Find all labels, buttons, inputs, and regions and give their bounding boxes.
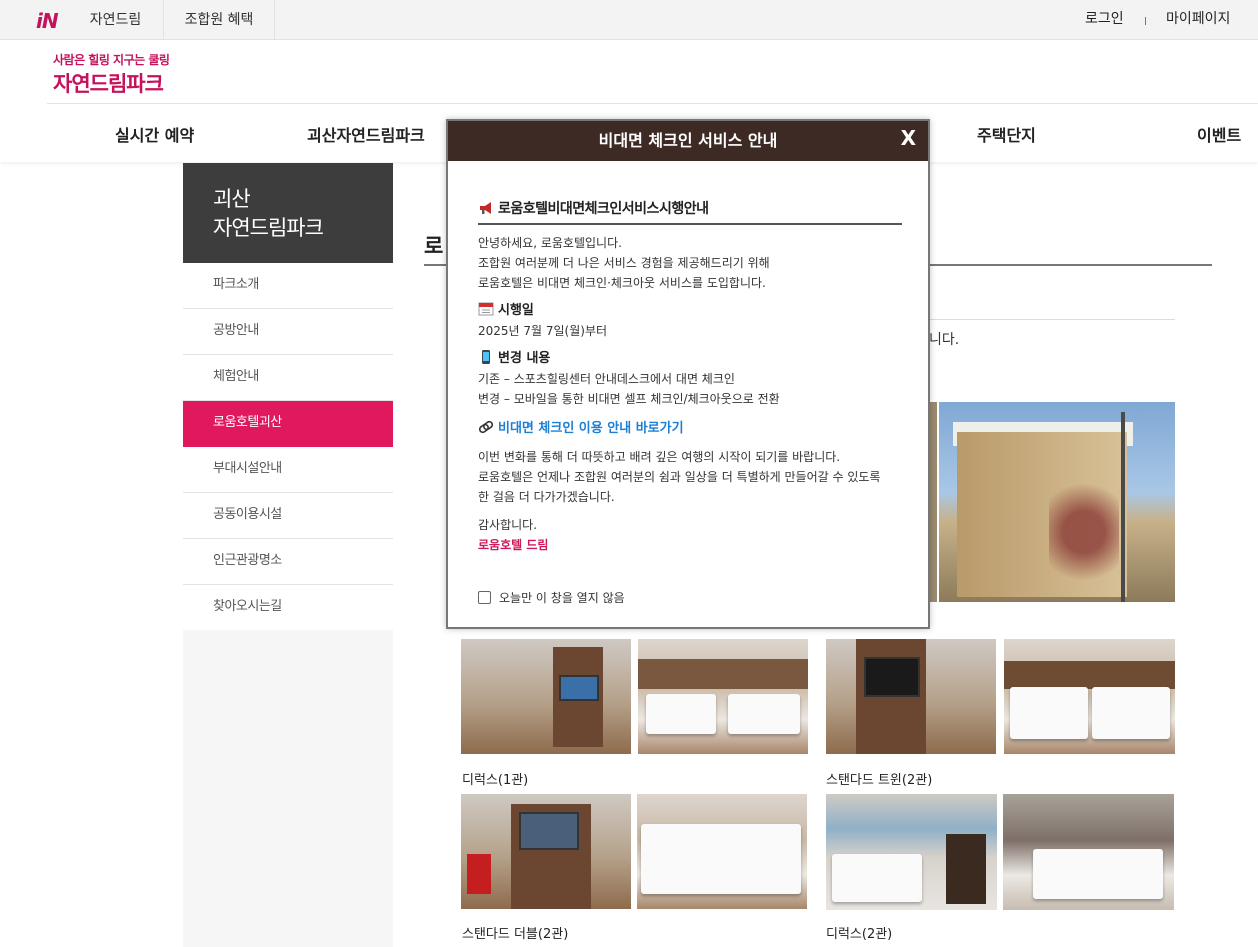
room-photo-deluxe-1-b — [638, 639, 808, 754]
hotel-exterior-photo — [939, 402, 1175, 602]
nav-goesan-park[interactable]: 괴산자연드림파크 — [307, 122, 425, 146]
notice-popup: 비대면 체크인 서비스 안내 X 로움호텔비대면체크인서비스시행안내 안녕하세요… — [446, 119, 930, 629]
sidebar-item-roum-hotel[interactable]: 로움호텔괴산 — [183, 401, 393, 447]
calendar-icon — [478, 302, 494, 316]
room-photo-deluxe-1-a — [461, 639, 631, 754]
room-photo-deluxe-2-b — [1003, 794, 1174, 910]
change-heading: 변경 내용 — [478, 349, 902, 369]
popup-header: 비대면 체크인 서비스 안내 — [448, 121, 928, 161]
change-before: 기존 – 스포츠힐링센터 안내데스크에서 대면 체크인 — [478, 372, 735, 386]
sidebar-item-experience[interactable]: 체험안내 — [183, 355, 393, 401]
room-caption: 디럭스(2관) — [826, 927, 893, 942]
notice-title-text: 로움호텔비대면체크인서비스시행안내 — [498, 201, 709, 217]
tab-jayeondream[interactable]: 자연드림 — [68, 0, 163, 40]
change-after: 변경 – 모바일을 통한 비대면 셀프 체크인/체크아웃으로 전환 — [478, 392, 780, 406]
sidebar-item-park-intro[interactable]: 파크소개 — [183, 263, 393, 309]
mobile-phone-icon — [482, 350, 490, 364]
sidebar-title-line1: 괴산 — [213, 187, 251, 211]
sidebar-menu: 파크소개 공방안내 체험안내 로움호텔괴산 부대시설안내 공동이용시설 인근관광… — [183, 263, 393, 631]
nav-realtime-reservation[interactable]: 실시간 예약 — [115, 122, 194, 146]
date-text: 2025년 7월 7일(월)부터 — [478, 324, 608, 338]
logo-name: 자연드림파크 — [53, 71, 164, 96]
page-title: 로 — [424, 234, 444, 258]
checkbox-label[interactable]: 오늘만 이 창을 열지 않음 — [499, 591, 625, 605]
dont-show-today[interactable]: 오늘만 이 창을 열지 않음 — [478, 589, 625, 606]
nav-housing[interactable]: 주택단지 — [977, 122, 1036, 146]
room-caption: 스탠다드 더블(2관) — [462, 927, 569, 942]
nav-event[interactable]: 이벤트 — [1197, 122, 1241, 146]
hotel-photo — [929, 402, 937, 602]
top-utility-bar: iN 자연드림 조합원 혜택 로그인 마이페이지 — [0, 0, 1258, 40]
login-link[interactable]: 로그인 — [1085, 0, 1124, 40]
room-photo-standard-double-a — [461, 794, 631, 909]
room-photo-standard-double-b — [637, 794, 807, 909]
sidebar-item-workshop[interactable]: 공방안내 — [183, 309, 393, 355]
guide-link[interactable]: 비대면 체크인 이용 안내 바로가기 — [478, 419, 902, 439]
signature: 로움호텔 드림 — [478, 538, 549, 552]
popup-body: 로움호텔비대면체크인서비스시행안내 안녕하세요, 로움호텔입니다. 조합원 여러… — [478, 199, 902, 555]
popup-title: 비대면 체크인 서비스 안내 — [598, 131, 778, 150]
sidebar-item-shared-facilities[interactable]: 공동이용시설 — [183, 493, 393, 539]
room-caption: 디럭스(1관) — [462, 773, 529, 788]
room-caption: 스탠다드 트윈(2관) — [826, 773, 933, 788]
sidebar-background — [183, 630, 393, 947]
closing-text: 이번 변화를 통해 더 따뜻하고 배려 깊은 여행의 시작이 되기를 바랍니다.… — [478, 450, 881, 504]
tab-member-benefits[interactable]: 조합원 혜택 — [163, 0, 275, 40]
date-heading: 시행일 — [478, 301, 902, 321]
room-photo-standard-twin-a — [826, 639, 996, 754]
megaphone-icon — [480, 202, 491, 214]
sidebar-item-nearby-attractions[interactable]: 인근관광명소 — [183, 539, 393, 585]
sidebar-title-line2: 자연드림파크 — [213, 216, 324, 240]
notice-title: 로움호텔비대면체크인서비스시행안내 — [478, 199, 902, 225]
sidebar-item-facilities[interactable]: 부대시설안내 — [183, 447, 393, 493]
greeting-text: 안녕하세요, 로움호텔입니다. 조합원 여러분께 더 나은 서비스 경험을 제공… — [478, 236, 770, 290]
in-logo[interactable]: iN — [36, 9, 59, 33]
sidebar-title: 괴산 자연드림파크 — [183, 163, 393, 263]
thanks-text: 감사합니다. — [478, 518, 538, 532]
room-photo-standard-twin-b — [1004, 639, 1175, 754]
divider — [1145, 17, 1146, 25]
link-icon — [478, 420, 494, 434]
close-button[interactable]: X — [901, 123, 916, 153]
mypage-link[interactable]: 마이페이지 — [1166, 0, 1230, 40]
intro-text: 니다. — [929, 332, 960, 348]
site-logo[interactable]: 사람은 힐링 지구는 쿨링 자연드림파크 — [53, 51, 170, 98]
dont-show-checkbox[interactable] — [478, 591, 491, 604]
sidebar-item-directions[interactable]: 찾아오시는길 — [183, 585, 393, 631]
room-photo-deluxe-2-a — [826, 794, 997, 910]
logo-slogan: 사람은 힐링 지구는 쿨링 — [53, 53, 170, 67]
